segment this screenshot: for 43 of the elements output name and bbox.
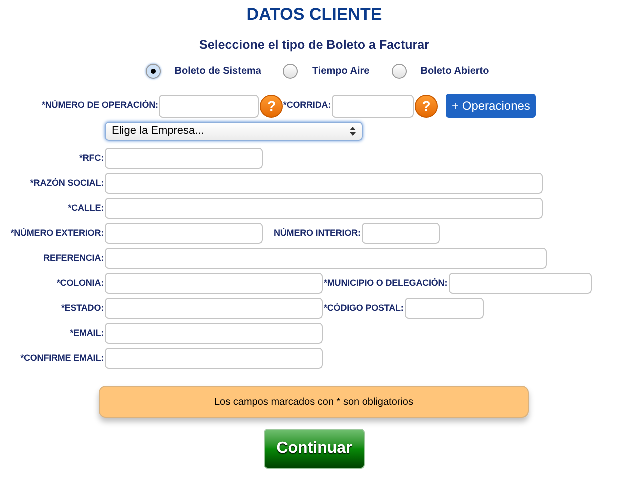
input-field[interactable] [105, 248, 547, 269]
input-field[interactable] [105, 348, 323, 369]
company-dropdown[interactable]: Elige la Empresa... [105, 122, 363, 141]
field-label: NÚMERO INTERIOR: [274, 226, 361, 240]
radio-label: Boleto Abierto [420, 64, 490, 78]
help-button[interactable]: ? [415, 94, 438, 118]
help-button[interactable]: ? [260, 94, 284, 118]
field-label: *CORRIDA: [283, 99, 332, 112]
radio-label: Tiempo Aire [312, 64, 370, 78]
radio-button[interactable] [392, 64, 407, 78]
input-field[interactable] [362, 223, 440, 244]
input-field[interactable] [448, 273, 592, 294]
radio-button[interactable] [146, 64, 161, 78]
input-field[interactable] [105, 198, 543, 219]
field-label: *RAZÓN SOCIAL: [30, 176, 104, 190]
field-label: *RFC: [80, 152, 104, 165]
notice-text: Los campos marcados con * son obligatorios [214, 396, 414, 410]
field-label: *CÓDIGO POSTAL: [324, 302, 404, 315]
field-label: *CONFIRME EMAIL: [20, 352, 104, 365]
operations-button[interactable]: + Operaciones [446, 94, 536, 118]
input-field[interactable] [105, 223, 263, 244]
field-label: *NÚMERO DE OPERACIÓN: [42, 99, 158, 112]
section-subtitle: Seleccione el tipo de Boleto a Facturar [200, 38, 430, 52]
continue-button[interactable]: Continuar [264, 429, 365, 469]
radio-button[interactable] [283, 64, 298, 78]
input-field[interactable] [404, 298, 484, 319]
field-label: *NÚMERO EXTERIOR: [10, 226, 104, 240]
field-label: *COLONIA: [56, 276, 104, 290]
input-field[interactable] [105, 273, 323, 294]
field-label: *MUNICIPIO O DELEGACIÓN: [324, 276, 448, 290]
updown-arrow-icon [350, 127, 356, 136]
input-field[interactable] [105, 173, 543, 194]
page-title: DATOS CLIENTE [246, 5, 382, 24]
input-field[interactable] [105, 148, 263, 169]
input-field[interactable] [332, 94, 414, 118]
field-label: *EMAIL: [70, 326, 104, 340]
radio-label: Boleto de Sistema [174, 64, 262, 78]
field-label: REFERENCIA: [44, 252, 104, 265]
field-label: *CALLE: [68, 202, 104, 215]
field-label: *ESTADO: [61, 302, 104, 315]
input-field[interactable] [159, 94, 260, 118]
input-field[interactable] [105, 298, 323, 319]
input-field[interactable] [105, 323, 323, 344]
